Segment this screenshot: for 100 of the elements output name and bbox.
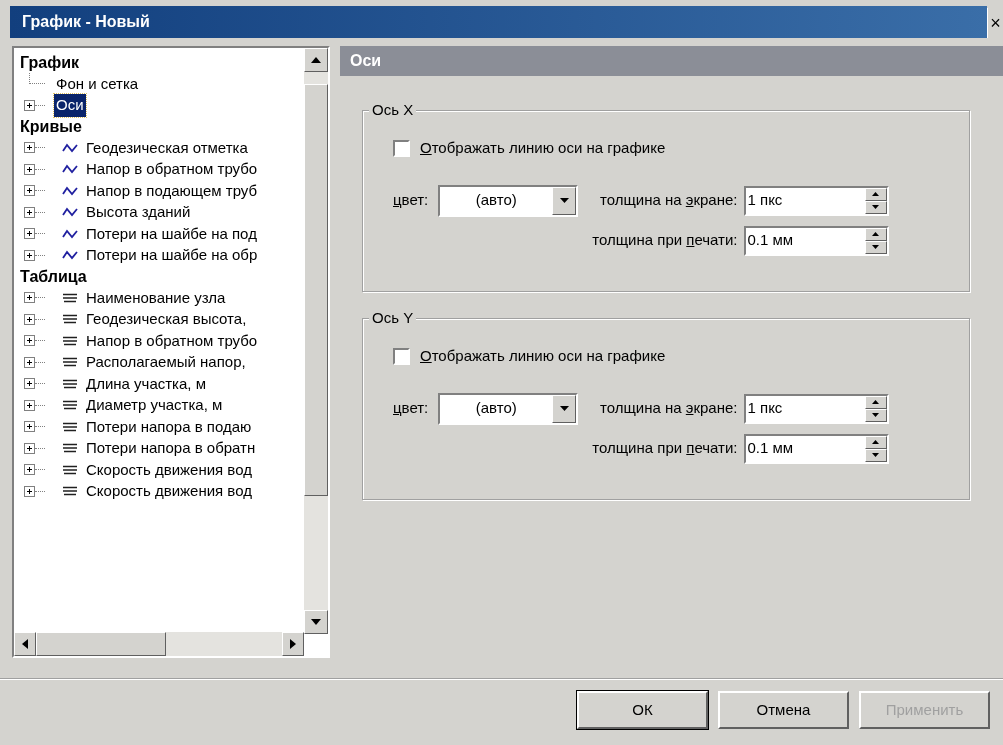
close-button[interactable]: × — [987, 8, 1003, 38]
caret-icon — [559, 406, 569, 411]
scroll-right-button[interactable] — [282, 632, 304, 656]
scroll-down-button[interactable] — [304, 610, 328, 634]
tree-item[interactable]: Скорость движения вод — [84, 458, 254, 481]
tree-item[interactable]: Геодезическая высота, — [84, 308, 249, 331]
tree-item[interactable]: Высота зданий — [84, 201, 193, 224]
curve-icon — [62, 250, 78, 261]
horizontal-scrollbar[interactable] — [14, 632, 304, 656]
expand-icon[interactable] — [24, 163, 35, 175]
scroll-left-button[interactable] — [14, 632, 36, 656]
tree-item[interactable]: Наименование узла — [84, 286, 228, 309]
right-arrow-icon — [290, 639, 296, 649]
spin-down-button[interactable] — [864, 408, 887, 422]
spin-down-button[interactable] — [864, 240, 887, 254]
expand-icon[interactable] — [24, 292, 35, 304]
curve-icon — [62, 207, 78, 218]
down-arrow-icon — [311, 619, 321, 625]
scroll-thumb[interactable] — [36, 632, 166, 656]
expand-icon[interactable] — [24, 228, 35, 240]
spin-up-button[interactable] — [864, 227, 887, 241]
text-lines-icon — [62, 464, 78, 475]
expand-icon[interactable] — [24, 335, 35, 347]
down-arrow-icon — [872, 453, 879, 457]
tree-item[interactable]: Располагаемый напор, — [84, 351, 248, 374]
tree-item[interactable]: Длина участка, м — [84, 372, 208, 395]
field-label: цвет: — [393, 398, 429, 419]
tree-item[interactable]: Геодезическая отметка — [84, 136, 250, 159]
tree-item[interactable]: Напор в подающем труб — [84, 179, 260, 202]
expand-icon[interactable] — [24, 185, 35, 197]
text-lines-icon — [62, 443, 78, 454]
left-arrow-icon — [22, 639, 28, 649]
scroll-up-button[interactable] — [304, 48, 328, 72]
expand-icon[interactable] — [24, 464, 35, 476]
expand-icon[interactable] — [24, 99, 35, 111]
tree-item[interactable]: Потери напора в обратн — [84, 437, 258, 460]
text-lines-icon — [62, 292, 78, 303]
field-label: толщина при печати: — [592, 438, 738, 459]
expand-icon[interactable] — [24, 378, 35, 390]
dialog-button[interactable]: Отмена — [718, 691, 849, 729]
expand-icon[interactable] — [24, 142, 35, 154]
panel-title: Оси — [350, 51, 382, 71]
tree-item[interactable]: Оси — [54, 94, 86, 117]
tree-section-heading[interactable]: Кривые — [20, 116, 82, 137]
field-label: толщина при печати: — [592, 230, 738, 251]
tree-item[interactable]: Потери напора в подаю — [84, 415, 254, 438]
expand-icon[interactable] — [24, 442, 35, 454]
tree-item[interactable]: Скорость движения вод — [84, 480, 254, 503]
tree-item[interactable]: Напор в обратном трубо — [84, 158, 260, 181]
tree-item[interactable]: Диаметр участка, м — [84, 394, 225, 417]
tree-item[interactable]: Фон и сетка — [54, 72, 141, 95]
color-dropdown[interactable]: (авто) — [438, 184, 579, 217]
text-lines-icon — [62, 400, 78, 411]
spin-field[interactable]: 1 пкс — [743, 185, 889, 216]
spin-down-button[interactable] — [864, 200, 887, 214]
up-arrow-icon — [872, 400, 879, 404]
spin-up-button[interactable] — [864, 187, 887, 201]
dialog-button[interactable]: ОК — [577, 691, 708, 729]
color-dropdown[interactable]: (авто) — [438, 392, 579, 425]
text-lines-icon — [62, 486, 78, 497]
scroll-thumb[interactable] — [304, 84, 328, 496]
spin-field[interactable]: 0.1 мм — [743, 433, 889, 464]
up-arrow-icon — [872, 232, 879, 236]
expand-icon[interactable] — [24, 399, 35, 411]
checkbox-label: Отображать линию оси на графике — [420, 346, 666, 366]
spin-up-button[interactable] — [864, 395, 887, 409]
up-arrow-icon — [311, 57, 321, 63]
tree-section-heading[interactable]: График — [20, 52, 79, 73]
expand-icon[interactable] — [24, 485, 35, 497]
down-arrow-icon — [872, 205, 879, 209]
vertical-scrollbar[interactable] — [304, 48, 328, 634]
text-lines-icon — [62, 421, 78, 432]
down-arrow-icon — [872, 245, 879, 249]
spin-up-button[interactable] — [864, 435, 887, 449]
expand-icon[interactable] — [24, 249, 35, 261]
dropdown-button[interactable] — [552, 186, 577, 215]
expand-icon[interactable] — [24, 206, 35, 218]
field-label: толщина на экране: — [599, 398, 738, 419]
tree-section-heading[interactable]: Таблица — [20, 266, 87, 287]
tree-item[interactable]: Потери на шайбе на под — [84, 222, 259, 245]
expand-icon[interactable] — [24, 421, 35, 433]
curve-icon — [62, 164, 78, 175]
up-arrow-icon — [872, 192, 879, 196]
down-arrow-icon — [872, 413, 879, 417]
curve-icon — [62, 185, 78, 196]
dropdown-button[interactable] — [552, 394, 577, 423]
checkbox-label: Отображать линию оси на графике — [420, 138, 666, 158]
spin-down-button[interactable] — [864, 448, 887, 462]
text-lines-icon — [62, 314, 78, 325]
spin-field[interactable]: 0.1 мм — [743, 225, 889, 256]
caret-icon — [559, 198, 569, 203]
checkbox[interactable] — [393, 347, 410, 365]
tree-item[interactable]: Потери на шайбе на обр — [84, 244, 260, 267]
spin-field[interactable]: 1 пкс — [743, 393, 889, 424]
checkbox[interactable] — [393, 139, 410, 157]
expand-icon[interactable] — [24, 356, 35, 368]
expand-icon[interactable] — [24, 313, 35, 325]
field-label: цвет: — [393, 190, 429, 211]
tree-item[interactable]: Напор в обратном трубо — [84, 329, 260, 352]
up-arrow-icon — [872, 440, 879, 444]
